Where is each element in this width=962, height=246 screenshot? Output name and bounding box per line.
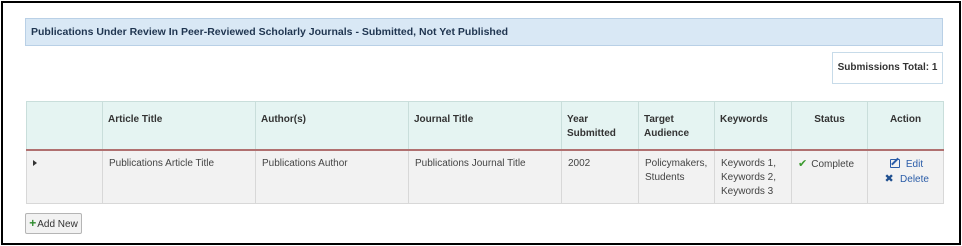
table-row: Publications Article Title Publications …: [26, 149, 944, 204]
journal-title-cell: Publications Journal Title: [408, 149, 562, 204]
delete-link[interactable]: ✖ Delete: [874, 172, 937, 187]
status-text: Complete: [811, 158, 855, 170]
column-header-target-audience[interactable]: Target Audience: [638, 101, 715, 151]
target-audience-cell: Policymakers, Students: [638, 149, 715, 204]
check-icon: ✔: [798, 157, 808, 170]
action-cell: Edit ✖ Delete: [867, 149, 944, 204]
add-new-button[interactable]: +Add New: [25, 213, 82, 234]
keywords-cell: Keywords 1, Keywords 2, Keywords 3: [714, 149, 792, 204]
plus-icon: +: [29, 216, 37, 230]
page-frame: Publications Under Review In Peer-Review…: [1, 1, 961, 245]
edit-icon: [888, 157, 902, 172]
edit-link[interactable]: Edit: [874, 157, 937, 172]
article-title-cell: Publications Article Title: [102, 149, 256, 204]
column-header-journal-title[interactable]: Journal Title: [408, 101, 562, 151]
add-new-label: Add New: [37, 219, 78, 230]
expander-cell: [26, 149, 103, 204]
column-header-expander: [26, 101, 103, 151]
authors-cell: Publications Author: [255, 149, 409, 204]
edit-label: Edit: [905, 158, 924, 170]
column-header-action: Action: [867, 101, 944, 151]
publications-table: Article Title Author(s) Journal Title Ye…: [26, 101, 944, 204]
column-header-year-submitted[interactable]: Year Submitted: [561, 101, 639, 151]
submissions-total: Submissions Total: 1: [832, 52, 943, 84]
x-icon: ✖: [884, 172, 894, 185]
status-cell: ✔ Complete: [791, 149, 868, 204]
column-header-keywords[interactable]: Keywords: [714, 101, 792, 151]
caret-right-icon[interactable]: [33, 159, 37, 166]
year-submitted-cell: 2002: [561, 149, 639, 204]
column-header-authors[interactable]: Author(s): [255, 101, 409, 151]
table-header-row: Article Title Author(s) Journal Title Ye…: [26, 101, 944, 151]
delete-label: Delete: [900, 173, 929, 185]
panel-title: Publications Under Review In Peer-Review…: [25, 18, 943, 46]
column-header-status[interactable]: Status: [791, 101, 868, 151]
column-header-article-title[interactable]: Article Title: [102, 101, 256, 151]
